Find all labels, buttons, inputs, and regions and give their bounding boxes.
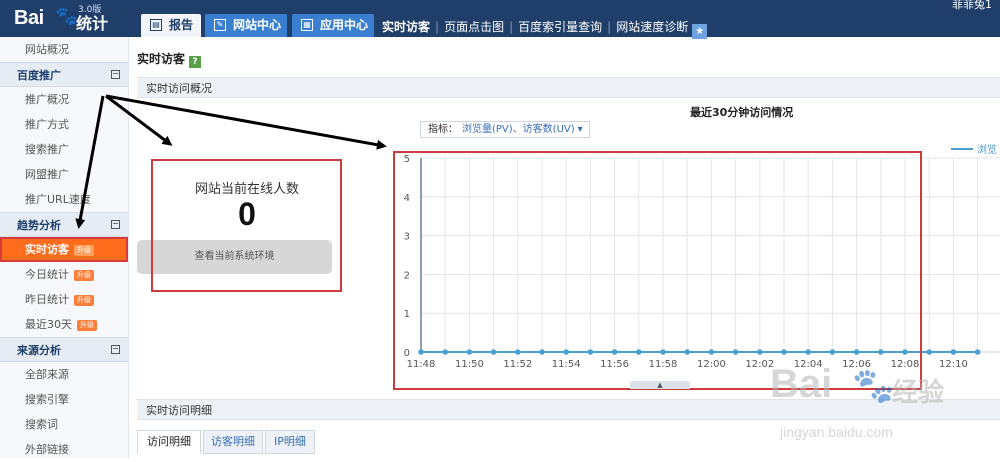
- username[interactable]: 菲菲兔1: [952, 0, 992, 12]
- sidebar-item-label: 实时访客: [25, 243, 69, 256]
- star-icon[interactable]: ★: [692, 24, 708, 39]
- upgrade-badge: 升级: [74, 270, 94, 281]
- sidebar-item-yesterday-stats[interactable]: 昨日统计 升级: [0, 287, 128, 312]
- sidebar-group-trend-analysis[interactable]: 趋势分析 −: [0, 212, 128, 237]
- upgrade-badge: 升级: [77, 320, 97, 331]
- sidebar-item-label: 搜索词: [25, 418, 58, 431]
- logo-text: Bai: [14, 7, 44, 29]
- sidebar-item-search-promotion[interactable]: 搜索推广: [0, 137, 128, 162]
- sidebar-item-promotion-url-speed[interactable]: 推广URL速度: [0, 187, 128, 212]
- chart-legend[interactable]: 浏览: [951, 141, 997, 156]
- upgrade-badge: 升级: [74, 295, 94, 306]
- sidebar-item-label: 推广概况: [25, 93, 69, 106]
- sidebar-item-label: 昨日统计: [25, 293, 69, 306]
- sidebar-item-label: 推广方式: [25, 118, 69, 131]
- sidebar-item-promotion-overview[interactable]: 推广概况: [0, 87, 128, 112]
- tab-visitor-details[interactable]: 访客明细: [203, 430, 263, 454]
- chevron-up-icon: ▲: [657, 381, 663, 389]
- paw-icon: 🐾: [852, 366, 895, 406]
- collapse-icon[interactable]: −: [111, 345, 120, 354]
- grid-icon: ▦: [301, 19, 313, 31]
- metric-label: 指标：: [428, 124, 458, 135]
- overview-section-header: 实时访问概况: [137, 77, 1000, 98]
- sidebar-group-label: 百度推广: [17, 69, 61, 82]
- collapse-icon[interactable]: −: [111, 220, 120, 229]
- sidebar-item-search-terms[interactable]: 搜索词: [0, 412, 128, 437]
- sidebar-item-external-links[interactable]: 外部链接: [0, 437, 128, 462]
- sidebar-item-union-promotion[interactable]: 网盟推广: [0, 162, 128, 187]
- sidebar-group-source-analysis[interactable]: 来源分析 −: [0, 337, 128, 362]
- link-site-speed-diagnosis[interactable]: 网站速度诊断: [616, 20, 688, 34]
- metric-select[interactable]: 指标： 浏览量(PV)、访客数(UV) ▾: [420, 121, 590, 138]
- edit-icon: ✎: [214, 19, 226, 31]
- collapse-icon[interactable]: −: [111, 70, 120, 79]
- sidebar-item-label: 最近30天: [25, 318, 72, 331]
- paw-icon: 🐾: [55, 6, 78, 27]
- watermark-product: 经验: [892, 378, 945, 408]
- sidebar-group-label: 趋势分析: [17, 219, 61, 232]
- upgrade-badge: 升级: [74, 245, 94, 256]
- logo-version: 3.0版: [78, 5, 102, 15]
- sidebar-group-label: 来源分析: [17, 344, 61, 357]
- link-baidu-index-query[interactable]: 百度索引量查询: [518, 20, 602, 34]
- link-page-click-map[interactable]: 页面点击图: [444, 20, 504, 34]
- sidebar-item-last-30-days[interactable]: 最近30天 升级: [0, 312, 128, 337]
- tab-app-center[interactable]: ▦ 应用中心: [292, 14, 374, 37]
- sidebar-item-label: 全部来源: [25, 368, 69, 381]
- tab-report[interactable]: ▤ 报告: [141, 14, 201, 37]
- tab-visit-details[interactable]: 访问明细: [137, 430, 201, 454]
- sidebar-item-search-engines[interactable]: 搜索引擎: [0, 387, 128, 412]
- sidebar-item-promotion-methods[interactable]: 推广方式: [0, 112, 128, 137]
- page-title-text: 实时访客: [137, 52, 186, 66]
- legend-line-icon: [951, 148, 973, 150]
- sidebar-item-label: 外部链接: [25, 443, 69, 456]
- sidebar-group-baidu-promotion[interactable]: 百度推广 −: [0, 62, 128, 87]
- chevron-down-icon: ▾: [577, 124, 583, 135]
- tab-site-center[interactable]: ✎ 网站中心: [205, 14, 287, 37]
- top-bar: Bai 🐾 统计 3.0版 ▤ 报告 ✎ 网站中心 ▦ 应用中心 实时访客 | 页面…: [0, 0, 1000, 39]
- arrow-to-chart: [105, 94, 387, 150]
- collapse-chart-toggle[interactable]: ▲: [630, 381, 690, 389]
- metric-value: 浏览量(PV)、访客数(UV): [462, 124, 575, 135]
- annotation-box-chart: [393, 151, 922, 390]
- baidu-jingyan-watermark: Bai 🐾 经验 jingyan.baidu.com: [770, 358, 990, 458]
- data-point: [974, 349, 981, 355]
- sidebar-item-realtime-visitors[interactable]: 实时访客 升级: [0, 237, 128, 262]
- sidebar-item-today-stats[interactable]: 今日统计 升级: [0, 262, 128, 287]
- top-links: 实时访客 | 页面点击图 | 百度索引量查询 | 网站速度诊断 ★: [382, 18, 708, 39]
- watermark-url: jingyan.baidu.com: [780, 424, 893, 440]
- watermark-brand: Bai: [770, 362, 833, 406]
- sidebar-item-label: 推广URL速度: [25, 193, 91, 206]
- report-icon: ▤: [150, 19, 162, 31]
- sidebar-item-label: 网盟推广: [25, 168, 69, 181]
- sidebar-item-label: 今日统计: [25, 268, 69, 281]
- tab-report-label: 报告: [169, 18, 194, 32]
- tab-site-center-label: 网站中心: [233, 18, 282, 32]
- link-realtime-visitors[interactable]: 实时访客: [382, 20, 430, 34]
- tab-ip-details[interactable]: IP明细: [265, 430, 315, 454]
- data-point: [926, 349, 932, 355]
- page-title: 实时访客?: [137, 50, 202, 68]
- sidebar-item-label: 搜索推广: [25, 143, 69, 156]
- baidu-tongji-logo[interactable]: Bai 🐾 统计 3.0版: [14, 3, 114, 35]
- sidebar-item-all-sources[interactable]: 全部来源: [0, 362, 128, 387]
- data-point: [950, 349, 957, 355]
- chart-title: 最近30分钟访问情况: [690, 106, 794, 119]
- sidebar-item-label: 网站概况: [25, 43, 69, 56]
- sidebar-nav: 网站概况 百度推广 − 推广概况 推广方式 搜索推广 网盟推广 推广URL速度 趋…: [0, 37, 129, 458]
- tab-app-center-label: 应用中心: [320, 18, 369, 32]
- help-icon[interactable]: ?: [189, 56, 202, 68]
- legend-label: 浏览: [977, 145, 997, 156]
- sidebar-item-site-overview[interactable]: 网站概况: [0, 37, 128, 62]
- annotation-box-online-count: [151, 159, 342, 292]
- sidebar-item-label: 搜索引擎: [25, 393, 69, 406]
